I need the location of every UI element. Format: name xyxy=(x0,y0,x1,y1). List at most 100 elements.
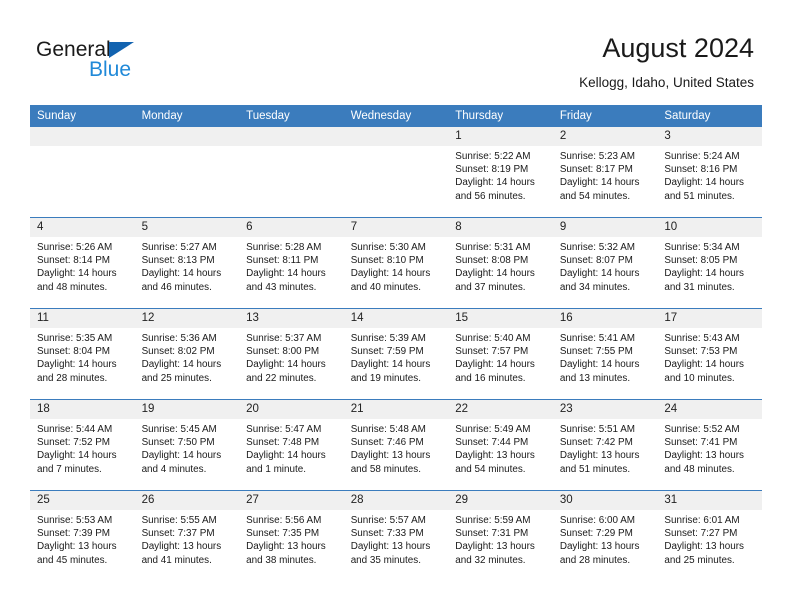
calendar-cell-empty xyxy=(343,127,449,218)
day-sunset-text: Sunset: 8:10 PM xyxy=(350,255,424,267)
day-daylight1-text: Daylight: 13 hours xyxy=(559,450,640,462)
calendar-day-cell[interactable]: 22 Sunrise: 5:49 AM Sunset: 7:44 PM Dayligh… xyxy=(448,399,553,491)
day-daylight2-text: and 41 minutes. xyxy=(141,554,212,566)
day-number: 14 xyxy=(343,309,449,328)
day-cell-inner: 11 Sunrise: 5:35 AM Sunset: 8:04 PM Dayligh… xyxy=(30,309,135,399)
day-daylight2-text: and 4 minutes. xyxy=(141,463,207,475)
calendar-day-cell[interactable]: 24 Sunrise: 5:52 AM Sunset: 7:41 PM Dayligh… xyxy=(657,399,762,491)
day-daylight2-text: and 56 minutes. xyxy=(455,190,526,202)
day-daylight1-text: Daylight: 14 hours xyxy=(246,268,326,280)
day-number: 12 xyxy=(134,309,240,328)
day-daylight1-text: Daylight: 14 hours xyxy=(246,359,326,371)
calendar-day-cell[interactable]: 25 Sunrise: 5:53 AM Sunset: 7:39 PM Dayligh… xyxy=(30,490,135,581)
calendar-day-cell[interactable]: 2 Sunrise: 5:23 AM Sunset: 8:17 PM Daylight… xyxy=(552,127,658,218)
day-sunset-text: Sunset: 8:13 PM xyxy=(141,255,215,267)
day-sunrise-text: Sunrise: 5:28 AM xyxy=(246,242,322,253)
calendar-day-cell[interactable]: 12 Sunrise: 5:36 AM Sunset: 8:02 PM Dayligh… xyxy=(134,308,240,400)
day-sunrise-text: Sunrise: 5:59 AM xyxy=(455,515,531,526)
calendar-day-cell[interactable]: 16 Sunrise: 5:41 AM Sunset: 7:55 PM Dayligh… xyxy=(552,308,658,400)
calendar-day-cell[interactable]: 6 Sunrise: 5:28 AM Sunset: 8:11 PM Daylight… xyxy=(239,217,344,309)
day-sunset-text: Sunset: 7:50 PM xyxy=(141,437,215,449)
day-sunset-text: Sunset: 7:48 PM xyxy=(246,437,320,449)
day-details: Sunrise: 5:22 AM Sunset: 8:19 PM Daylight:… xyxy=(448,146,553,203)
page-subtitle: Kellogg, Idaho, United States xyxy=(579,75,754,90)
day-sunset-text: Sunset: 7:44 PM xyxy=(455,437,529,449)
calendar-day-cell[interactable]: 10 Sunrise: 5:34 AM Sunset: 8:05 PM Dayligh… xyxy=(657,217,762,309)
day-number: 24 xyxy=(657,400,762,419)
calendar-day-cell[interactable]: 14 Sunrise: 5:39 AM Sunset: 7:59 PM Dayligh… xyxy=(343,308,449,400)
day-number: 5 xyxy=(134,218,240,237)
weekday-header-tuesday: Tuesday xyxy=(239,105,344,127)
day-sunrise-text: Sunrise: 5:32 AM xyxy=(559,242,636,253)
day-sunset-text: Sunset: 7:41 PM xyxy=(664,437,738,449)
day-details: Sunrise: 5:52 AM Sunset: 7:41 PM Daylight:… xyxy=(657,419,762,476)
day-sunrise-text: Sunrise: 5:52 AM xyxy=(664,424,740,435)
day-sunrise-text: Sunrise: 5:47 AM xyxy=(246,424,322,435)
calendar-day-cell[interactable]: 19 Sunrise: 5:45 AM Sunset: 7:50 PM Dayligh… xyxy=(134,399,240,491)
calendar-day-cell[interactable]: 8 Sunrise: 5:31 AM Sunset: 8:08 PM Daylight… xyxy=(448,217,553,309)
day-cell-inner: 28 Sunrise: 5:57 AM Sunset: 7:33 PM Dayligh… xyxy=(343,491,449,581)
calendar-day-cell[interactable]: 27 Sunrise: 5:56 AM Sunset: 7:35 PM Dayligh… xyxy=(239,490,344,581)
calendar-week-row: 25 Sunrise: 5:53 AM Sunset: 7:39 PM Dayligh… xyxy=(30,490,762,581)
calendar-day-cell[interactable]: 7 Sunrise: 5:30 AM Sunset: 8:10 PM Daylight… xyxy=(343,217,449,309)
day-sunrise-text: Sunrise: 5:22 AM xyxy=(455,151,531,162)
day-daylight1-text: Daylight: 14 hours xyxy=(37,450,117,462)
calendar-day-cell[interactable]: 20 Sunrise: 5:47 AM Sunset: 7:48 PM Dayligh… xyxy=(239,399,344,491)
day-cell-inner: 19 Sunrise: 5:45 AM Sunset: 7:50 PM Dayligh… xyxy=(134,400,240,490)
day-cell-inner: 5 Sunrise: 5:27 AM Sunset: 8:13 PM Daylight… xyxy=(134,218,240,308)
day-sunset-text: Sunset: 8:17 PM xyxy=(559,164,633,176)
day-sunset-text: Sunset: 8:05 PM xyxy=(664,255,738,267)
calendar-day-cell[interactable]: 29 Sunrise: 5:59 AM Sunset: 7:31 PM Dayligh… xyxy=(448,490,553,581)
calendar-day-cell[interactable]: 11 Sunrise: 5:35 AM Sunset: 8:04 PM Dayligh… xyxy=(30,308,135,400)
day-sunrise-text: Sunrise: 5:41 AM xyxy=(559,333,636,344)
page-title: August 2024 xyxy=(602,33,754,63)
day-daylight2-text: and 34 minutes. xyxy=(559,281,631,293)
calendar-day-cell[interactable]: 9 Sunrise: 5:32 AM Sunset: 8:07 PM Daylight… xyxy=(552,217,658,309)
calendar-day-cell[interactable]: 31 Sunrise: 6:01 AM Sunset: 7:27 PM Dayligh… xyxy=(657,490,762,581)
day-details: Sunrise: 5:40 AM Sunset: 7:57 PM Daylight:… xyxy=(448,328,553,385)
calendar-day-cell[interactable]: 21 Sunrise: 5:48 AM Sunset: 7:46 PM Dayligh… xyxy=(343,399,449,491)
day-sunrise-text: Sunrise: 5:36 AM xyxy=(141,333,217,344)
calendar-cell-empty xyxy=(30,127,135,218)
calendar-day-cell[interactable]: 3 Sunrise: 5:24 AM Sunset: 8:16 PM Daylight… xyxy=(657,127,762,218)
day-daylight2-text: and 48 minutes. xyxy=(664,463,735,475)
day-cell-inner: 4 Sunrise: 5:26 AM Sunset: 8:14 PM Daylight… xyxy=(30,218,135,308)
calendar-day-cell[interactable]: 30 Sunrise: 6:00 AM Sunset: 7:29 PM Dayligh… xyxy=(552,490,658,581)
general-blue-logo[interactable]: General Blue xyxy=(36,38,186,84)
day-cell-inner xyxy=(134,127,240,217)
day-cell-inner: 18 Sunrise: 5:44 AM Sunset: 7:52 PM Dayligh… xyxy=(30,400,135,490)
day-sunset-text: Sunset: 8:08 PM xyxy=(455,255,529,267)
day-daylight2-text: and 31 minutes. xyxy=(664,281,735,293)
day-cell-inner: 16 Sunrise: 5:41 AM Sunset: 7:55 PM Dayligh… xyxy=(552,309,658,399)
day-sunrise-text: Sunrise: 6:00 AM xyxy=(559,515,636,526)
day-sunset-text: Sunset: 8:07 PM xyxy=(559,255,633,267)
calendar-day-cell[interactable]: 18 Sunrise: 5:44 AM Sunset: 7:52 PM Dayligh… xyxy=(30,399,135,491)
day-daylight2-text: and 48 minutes. xyxy=(37,281,108,293)
day-cell-inner: 17 Sunrise: 5:43 AM Sunset: 7:53 PM Dayligh… xyxy=(657,309,762,399)
calendar-day-cell[interactable]: 23 Sunrise: 5:51 AM Sunset: 7:42 PM Dayligh… xyxy=(552,399,658,491)
calendar-day-cell[interactable]: 4 Sunrise: 5:26 AM Sunset: 8:14 PM Daylight… xyxy=(30,217,135,309)
calendar-day-cell[interactable]: 15 Sunrise: 5:40 AM Sunset: 7:57 PM Dayligh… xyxy=(448,308,553,400)
calendar-grid: Sunday Monday Tuesday Wednesday Thursday… xyxy=(30,105,762,581)
day-details: Sunrise: 5:31 AM Sunset: 8:08 PM Daylight:… xyxy=(448,237,553,294)
day-details: Sunrise: 5:37 AM Sunset: 8:00 PM Daylight:… xyxy=(239,328,344,385)
calendar-day-cell[interactable]: 26 Sunrise: 5:55 AM Sunset: 7:37 PM Dayligh… xyxy=(134,490,240,581)
day-number: 21 xyxy=(343,400,449,419)
calendar-page: General Blue August 2024 Kellogg, Idaho,… xyxy=(0,0,792,612)
day-sunset-text: Sunset: 7:57 PM xyxy=(455,346,529,358)
day-number: 19 xyxy=(134,400,240,419)
day-sunrise-text: Sunrise: 5:34 AM xyxy=(664,242,740,253)
day-daylight2-text: and 32 minutes. xyxy=(455,554,526,566)
calendar-day-cell[interactable]: 13 Sunrise: 5:37 AM Sunset: 8:00 PM Dayligh… xyxy=(239,308,344,400)
day-daylight1-text: Daylight: 14 hours xyxy=(455,359,535,371)
calendar-day-cell[interactable]: 28 Sunrise: 5:57 AM Sunset: 7:33 PM Dayligh… xyxy=(343,490,449,581)
day-sunset-text: Sunset: 8:04 PM xyxy=(37,346,111,358)
calendar-day-cell[interactable]: 17 Sunrise: 5:43 AM Sunset: 7:53 PM Dayligh… xyxy=(657,308,762,400)
weekday-header-wednesday: Wednesday xyxy=(343,105,449,127)
calendar-week-row: 11 Sunrise: 5:35 AM Sunset: 8:04 PM Dayligh… xyxy=(30,308,762,400)
calendar-day-cell[interactable]: 1 Sunrise: 5:22 AM Sunset: 8:19 PM Daylight… xyxy=(448,127,553,218)
day-number: 30 xyxy=(552,491,658,510)
calendar-day-cell[interactable]: 5 Sunrise: 5:27 AM Sunset: 8:13 PM Daylight… xyxy=(134,217,240,309)
day-daylight2-text: and 16 minutes. xyxy=(455,372,526,384)
day-cell-inner: 15 Sunrise: 5:40 AM Sunset: 7:57 PM Dayligh… xyxy=(448,309,553,399)
